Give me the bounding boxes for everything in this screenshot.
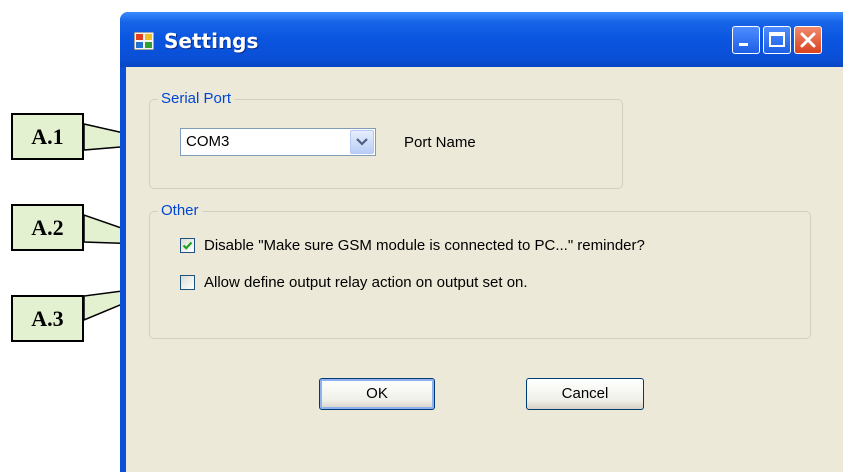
- maximize-icon: [769, 32, 785, 47]
- checkmark-icon: [182, 241, 193, 250]
- window-title: Settings: [164, 29, 259, 53]
- allow-relay-action-checkbox[interactable]: [180, 275, 195, 290]
- other-group-label: Other: [158, 202, 202, 219]
- allow-relay-action-option[interactable]: Allow define output relay action on outp…: [180, 274, 528, 291]
- callout-a3: A.3: [11, 295, 84, 342]
- allow-relay-action-label: Allow define output relay action on outp…: [204, 274, 528, 291]
- serial-port-group-label: Serial Port: [158, 90, 235, 107]
- port-name-label: Port Name: [404, 134, 476, 151]
- ok-button[interactable]: OK: [319, 378, 435, 410]
- combobox-dropdown-button[interactable]: [350, 130, 374, 154]
- close-icon: [800, 32, 816, 48]
- settings-window: Settings Serial Port COM3 Port Name Othe…: [120, 12, 843, 472]
- disable-reminder-option[interactable]: Disable "Make sure GSM module is connect…: [180, 237, 645, 254]
- cancel-button[interactable]: Cancel: [526, 378, 644, 410]
- disable-reminder-checkbox[interactable]: [180, 238, 195, 253]
- port-name-combobox[interactable]: COM3: [180, 128, 376, 156]
- serial-port-group: Serial Port COM3 Port Name: [149, 90, 623, 189]
- minimize-icon: [739, 43, 748, 46]
- close-button[interactable]: [794, 26, 822, 54]
- other-group: Other Disable "Make sure GSM module is c…: [149, 202, 811, 339]
- maximize-button[interactable]: [763, 26, 791, 54]
- dialog-client-area: Serial Port COM3 Port Name Other Disable…: [126, 67, 843, 472]
- chevron-down-icon: [356, 138, 368, 146]
- callout-a1: A.1: [11, 113, 84, 160]
- callout-a2: A.2: [11, 204, 84, 251]
- title-bar[interactable]: Settings: [120, 12, 843, 67]
- app-icon: [134, 32, 154, 50]
- minimize-button[interactable]: [732, 26, 760, 54]
- disable-reminder-label: Disable "Make sure GSM module is connect…: [204, 237, 645, 254]
- port-name-value: COM3: [186, 133, 230, 150]
